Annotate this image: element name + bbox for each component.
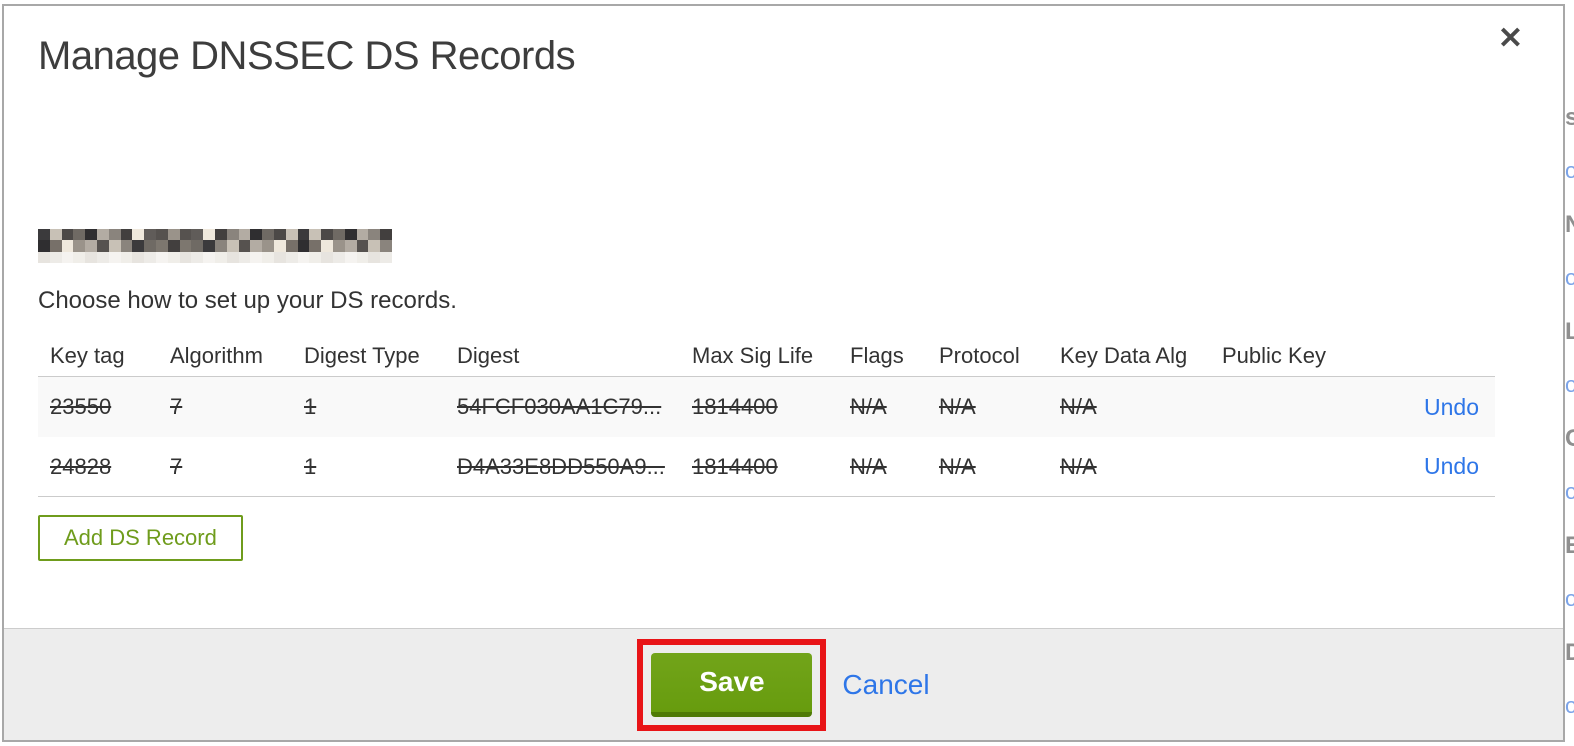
cell-digest: D4A33E8DD550A9... xyxy=(457,453,665,479)
cell-algorithm: 7 xyxy=(170,453,183,479)
cell-flags: N/A xyxy=(850,394,887,419)
cell-key-data-alg: N/A xyxy=(1060,453,1097,479)
cell-max-sig-life: 1814400 xyxy=(692,394,778,419)
undo-link[interactable]: Undo xyxy=(1424,394,1479,420)
setup-instruction-text: Choose how to set up your DS records. xyxy=(38,287,457,314)
cell-algorithm: 7 xyxy=(170,394,183,419)
dialog-header: Manage DNSSEC DS Records ✕ xyxy=(4,6,1563,79)
dialog-content: Choose how to set up your DS records. Ke… xyxy=(4,79,1563,561)
ds-records-table: Key tag Algorithm Digest Type Digest Max… xyxy=(38,335,1495,497)
add-ds-record-button[interactable]: Add DS Record xyxy=(38,515,243,561)
manage-dnssec-dialog: Manage DNSSEC DS Records ✕ Choose how to… xyxy=(2,4,1565,742)
header-key-tag: Key tag xyxy=(50,342,125,368)
header-digest-type: Digest Type xyxy=(304,342,420,368)
header-protocol: Protocol xyxy=(939,342,1020,368)
table-row: 24828 7 1 D4A33E8DD550A9... 1814400 N/A … xyxy=(38,437,1495,497)
cell-key-tag: 23550 xyxy=(50,394,112,419)
header-algorithm: Algorithm xyxy=(170,342,263,368)
header-max-sig-life: Max Sig Life xyxy=(692,342,814,368)
header-flags: Flags xyxy=(850,342,904,368)
cell-key-tag: 24828 xyxy=(50,453,112,479)
header-key-data-alg: Key Data Alg xyxy=(1060,342,1188,368)
domain-name-redacted xyxy=(38,229,392,263)
undo-link[interactable]: Undo xyxy=(1424,453,1479,479)
cancel-link[interactable]: Cancel xyxy=(842,669,929,701)
cell-flags: N/A xyxy=(850,453,887,479)
cell-digest-type: 1 xyxy=(304,453,317,479)
dialog-title: Manage DNSSEC DS Records xyxy=(38,34,576,78)
dialog-footer: Save Cancel xyxy=(4,628,1563,740)
table-header-row: Key tag Algorithm Digest Type Digest Max… xyxy=(38,335,1495,377)
cell-key-data-alg: N/A xyxy=(1060,394,1097,419)
cell-digest-type: 1 xyxy=(304,394,317,419)
header-digest: Digest xyxy=(457,342,520,368)
cell-protocol: N/A xyxy=(939,453,976,479)
cell-protocol: N/A xyxy=(939,394,976,419)
header-public-key: Public Key xyxy=(1222,342,1326,368)
cell-digest: 54FCF030AA1C79... xyxy=(457,394,662,419)
cell-max-sig-life: 1814400 xyxy=(692,453,778,479)
save-button[interactable]: Save xyxy=(651,652,813,717)
close-icon[interactable]: ✕ xyxy=(1498,24,1523,54)
background-page-edge: soNoLoCoEoDo xyxy=(1565,0,1574,746)
table-row: 23550 7 1 54FCF030AA1C79... 1814400 N/A … xyxy=(38,377,1495,437)
annotation-highlight-box: Save xyxy=(637,638,827,731)
